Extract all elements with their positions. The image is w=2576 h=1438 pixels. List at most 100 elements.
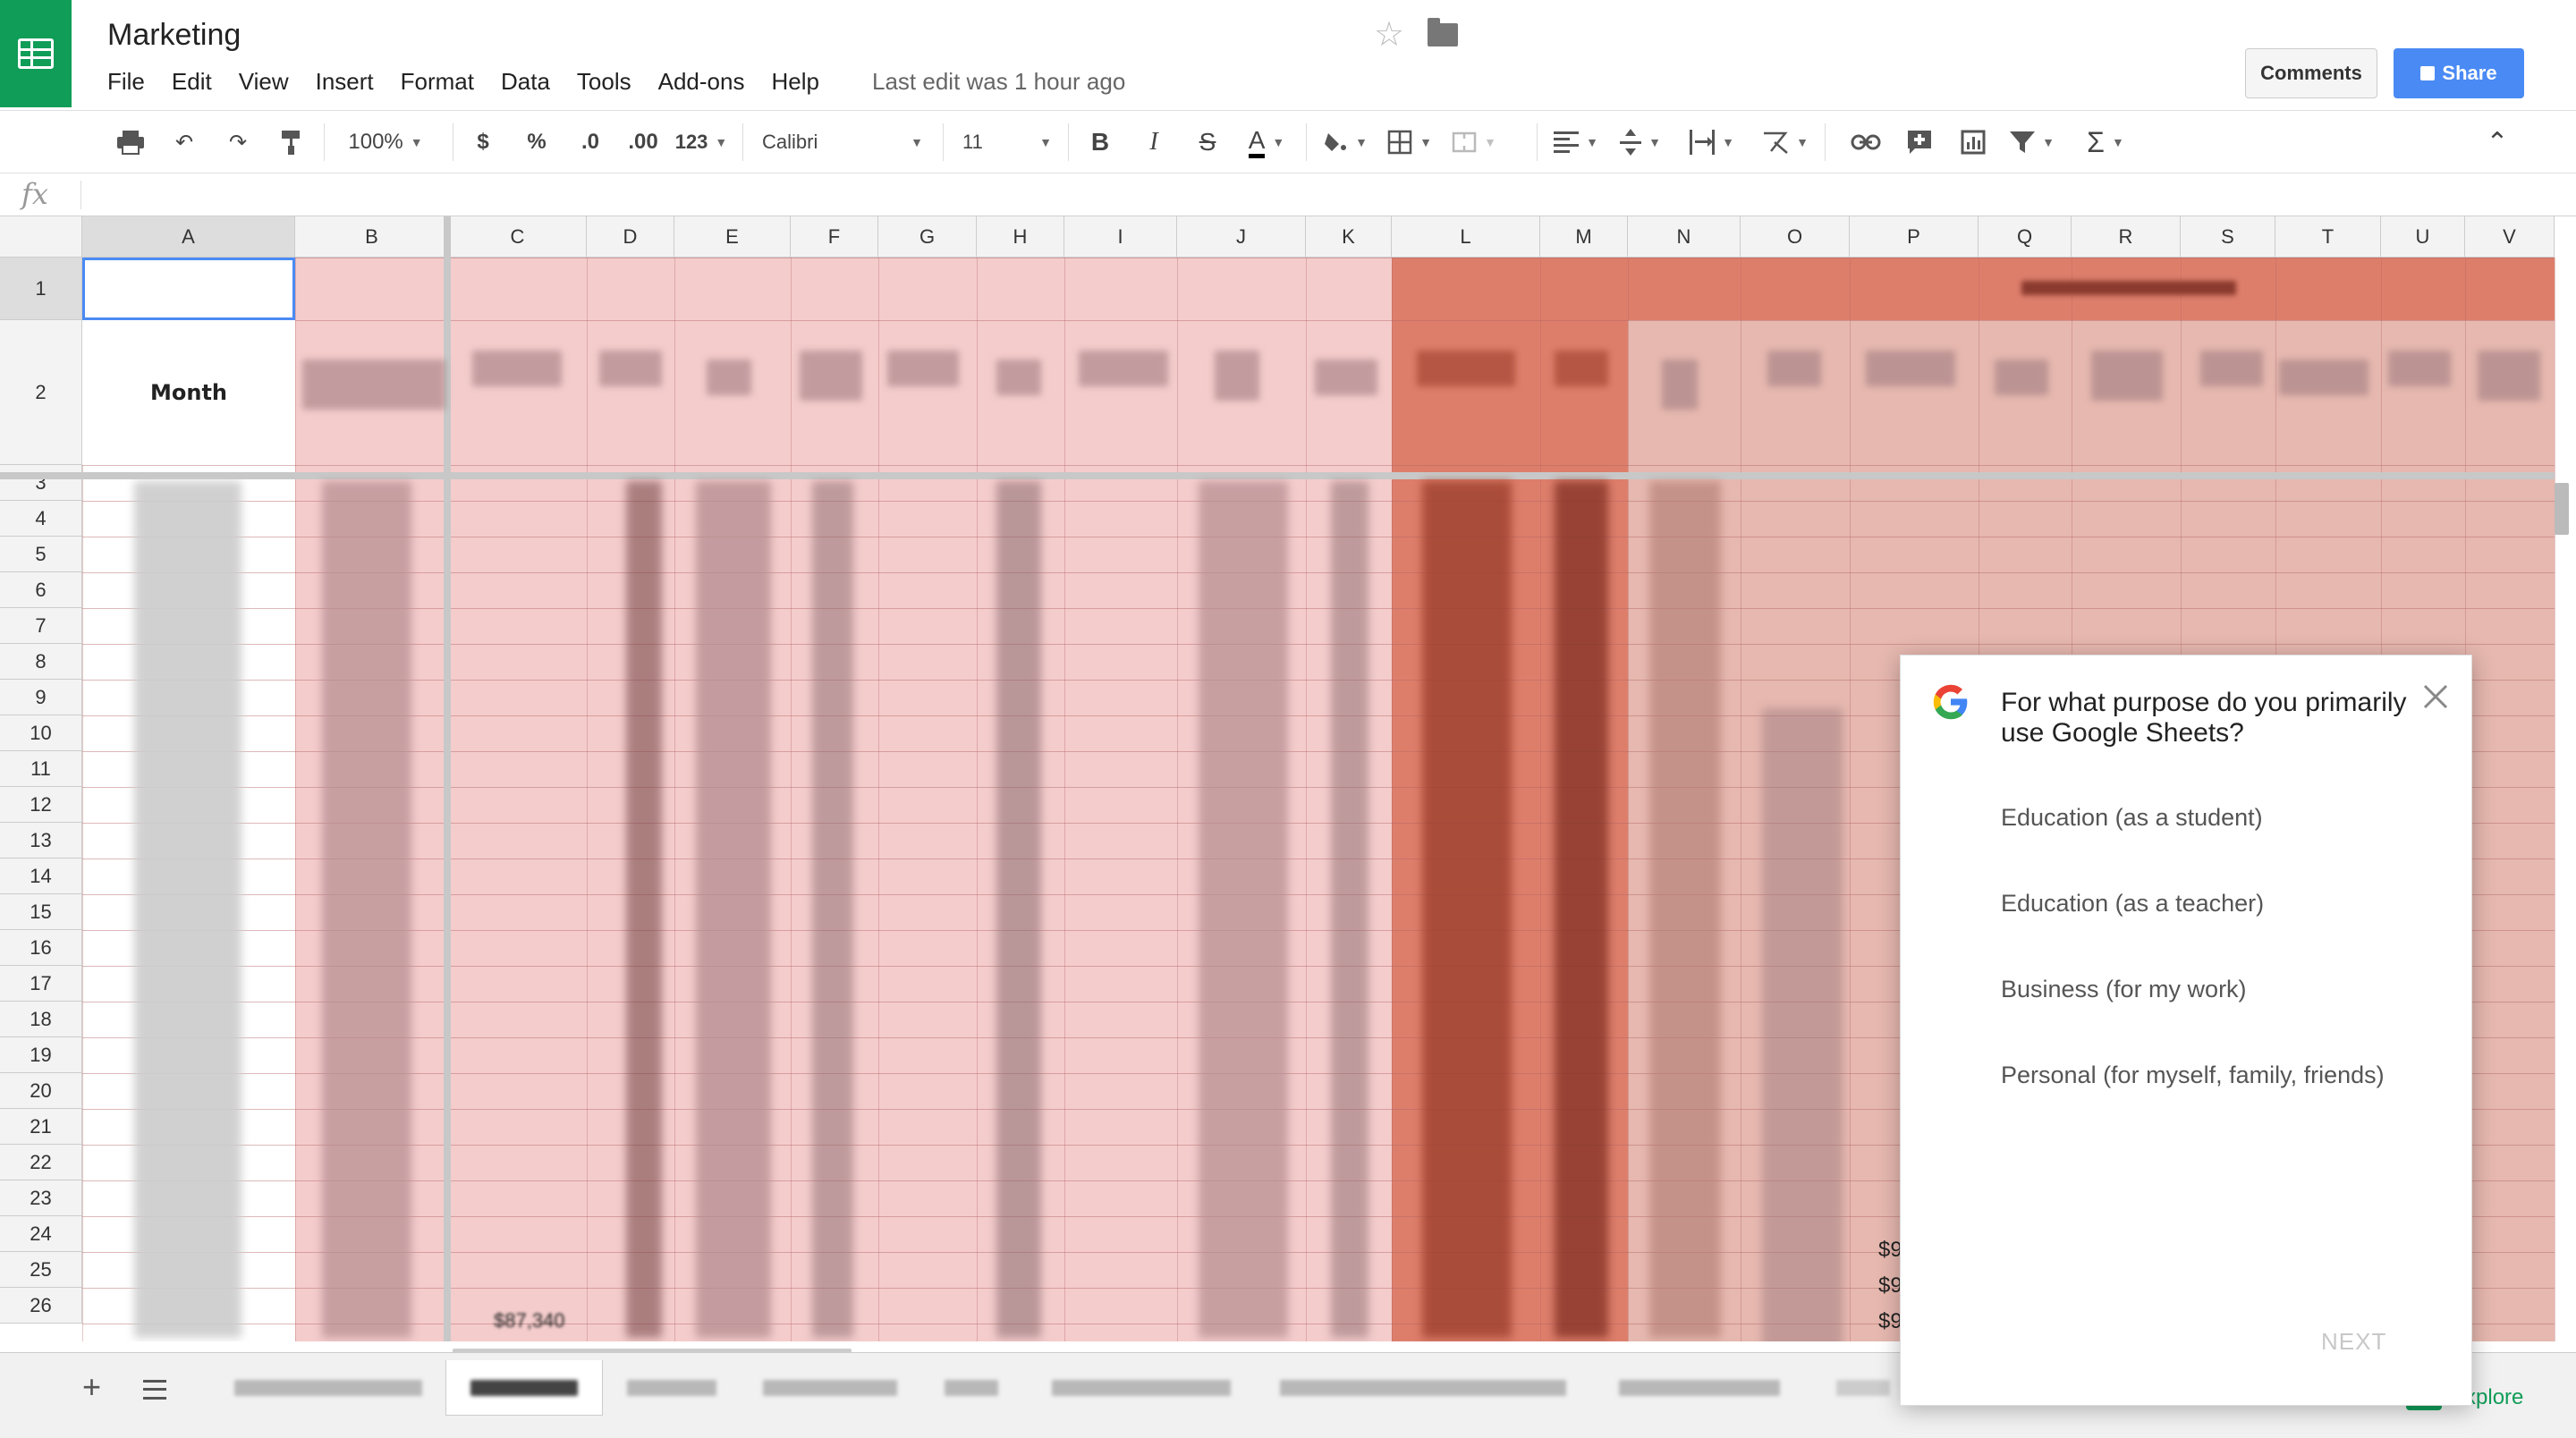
paint-format-icon[interactable]: [272, 123, 311, 161]
font-size-select[interactable]: 11 ▼: [962, 123, 1052, 161]
active-cell-a1[interactable]: [82, 258, 295, 320]
menu-view[interactable]: View: [239, 66, 289, 97]
column-header-s[interactable]: S: [2181, 216, 2275, 258]
italic-button[interactable]: I: [1136, 123, 1172, 161]
row-header-18[interactable]: 18: [0, 1002, 82, 1037]
menu-help[interactable]: Help: [771, 66, 818, 97]
cell-c26[interactable]: $87,340: [494, 1309, 565, 1332]
next-button[interactable]: NEXT: [2321, 1328, 2386, 1356]
column-header-b[interactable]: B: [295, 216, 449, 258]
redo-icon[interactable]: ↷: [218, 123, 258, 161]
option-education-teacher[interactable]: Education (as a teacher): [2001, 890, 2264, 918]
row-header-7[interactable]: 7: [0, 608, 82, 644]
column-header-h[interactable]: H: [977, 216, 1064, 258]
currency-format-button[interactable]: $: [465, 123, 501, 161]
functions-icon[interactable]: Σ ▼: [2080, 123, 2131, 161]
column-header-o[interactable]: O: [1741, 216, 1850, 258]
sheet-tab[interactable]: [1261, 1366, 1585, 1410]
row-header-2[interactable]: 2: [0, 320, 82, 465]
option-education-student[interactable]: Education (as a student): [2001, 804, 2263, 832]
cell-p26[interactable]: $9: [1878, 1309, 1902, 1334]
column-header-d[interactable]: D: [587, 216, 674, 258]
fill-color-icon[interactable]: ▼: [1320, 123, 1370, 161]
row-header-19[interactable]: 19: [0, 1037, 82, 1073]
sheet-tab[interactable]: [605, 1366, 739, 1410]
row-header-13[interactable]: 13: [0, 823, 82, 859]
sheet-tab[interactable]: [742, 1366, 918, 1410]
frozen-row-divider[interactable]: [0, 472, 2555, 479]
more-formats-select[interactable]: 123 ▼: [673, 123, 730, 161]
menu-file[interactable]: File: [107, 66, 145, 97]
filter-icon[interactable]: ▼: [2007, 123, 2057, 161]
row-header-9[interactable]: 9: [0, 680, 82, 715]
formula-input[interactable]: [89, 173, 2558, 215]
row-header-21[interactable]: 21: [0, 1109, 82, 1145]
sheet-tab[interactable]: [1589, 1366, 1810, 1410]
row-header-15[interactable]: 15: [0, 894, 82, 930]
vertical-align-icon[interactable]: ▼: [1615, 123, 1665, 161]
column-header-n[interactable]: N: [1628, 216, 1741, 258]
row-header-12[interactable]: 12: [0, 787, 82, 823]
merge-cells-icon[interactable]: ▼: [1449, 123, 1499, 161]
column-header-r[interactable]: R: [2072, 216, 2181, 258]
decrease-decimals-button[interactable]: .0: [571, 123, 610, 161]
zoom-select[interactable]: 100% ▼: [336, 123, 435, 161]
menu-format[interactable]: Format: [401, 66, 474, 97]
column-header-p[interactable]: P: [1850, 216, 1979, 258]
column-header-u[interactable]: U: [2381, 216, 2465, 258]
menu-addons[interactable]: Add-ons: [658, 66, 745, 97]
cell-p25[interactable]: $9: [1878, 1273, 1902, 1298]
text-rotation-icon[interactable]: ▼: [1758, 123, 1812, 161]
row-header-22[interactable]: 22: [0, 1145, 82, 1180]
row-header-4[interactable]: 4: [0, 501, 82, 537]
vertical-scrollbar[interactable]: [2555, 483, 2569, 535]
sheet-tab[interactable]: [211, 1366, 445, 1410]
column-header-v[interactable]: V: [2465, 216, 2555, 258]
menu-insert[interactable]: Insert: [316, 66, 374, 97]
close-icon[interactable]: [2419, 681, 2452, 713]
column-header-f[interactable]: F: [791, 216, 878, 258]
row-header-20[interactable]: 20: [0, 1073, 82, 1109]
column-header-t[interactable]: T: [2275, 216, 2381, 258]
row-header-5[interactable]: 5: [0, 537, 82, 572]
row-header-10[interactable]: 10: [0, 715, 82, 751]
insert-link-icon[interactable]: [1846, 123, 1885, 161]
folder-icon[interactable]: [1428, 18, 1458, 47]
option-business[interactable]: Business (for my work): [2001, 976, 2247, 1003]
share-button[interactable]: Share: [2394, 48, 2524, 98]
text-wrapping-icon[interactable]: ▼: [1687, 123, 1737, 161]
row-header-26[interactable]: 26: [0, 1288, 82, 1324]
font-select[interactable]: Calibri ▼: [762, 123, 923, 161]
bold-button[interactable]: B: [1082, 123, 1118, 161]
add-sheet-button[interactable]: +: [82, 1371, 101, 1403]
menu-edit[interactable]: Edit: [172, 66, 212, 97]
cell-p24[interactable]: $9: [1878, 1238, 1902, 1263]
sheet-tab[interactable]: [1825, 1366, 1902, 1410]
undo-icon[interactable]: ↶: [165, 123, 204, 161]
menu-tools[interactable]: Tools: [577, 66, 631, 97]
column-header-g[interactable]: G: [878, 216, 977, 258]
row-header-25[interactable]: 25: [0, 1252, 82, 1288]
column-header-k[interactable]: K: [1306, 216, 1392, 258]
column-header-i[interactable]: I: [1064, 216, 1177, 258]
insert-chart-icon[interactable]: [1953, 123, 1993, 161]
star-icon[interactable]: ☆: [1374, 18, 1404, 52]
strikethrough-button[interactable]: S: [1190, 123, 1225, 161]
column-header-e[interactable]: E: [674, 216, 791, 258]
percent-format-button[interactable]: %: [519, 123, 555, 161]
cell-a2-month[interactable]: Month: [82, 320, 295, 465]
sheet-tab[interactable]: [1025, 1366, 1258, 1410]
row-header-16[interactable]: 16: [0, 930, 82, 966]
last-edit-status[interactable]: Last edit was 1 hour ago: [872, 68, 1125, 96]
column-header-a[interactable]: A: [82, 216, 295, 258]
column-header-m[interactable]: M: [1540, 216, 1628, 258]
row-header-23[interactable]: 23: [0, 1180, 82, 1216]
all-sheets-menu-icon[interactable]: [143, 1380, 166, 1400]
row-header-1[interactable]: 1: [0, 258, 82, 320]
row-header-3[interactable]: 3: [0, 465, 82, 501]
increase-decimals-button[interactable]: .00: [623, 123, 664, 161]
column-header-q[interactable]: Q: [1979, 216, 2072, 258]
horizontal-align-icon[interactable]: ▼: [1551, 123, 1601, 161]
collapse-toolbar-icon[interactable]: ⌃: [2479, 123, 2515, 161]
row-header-6[interactable]: 6: [0, 572, 82, 608]
